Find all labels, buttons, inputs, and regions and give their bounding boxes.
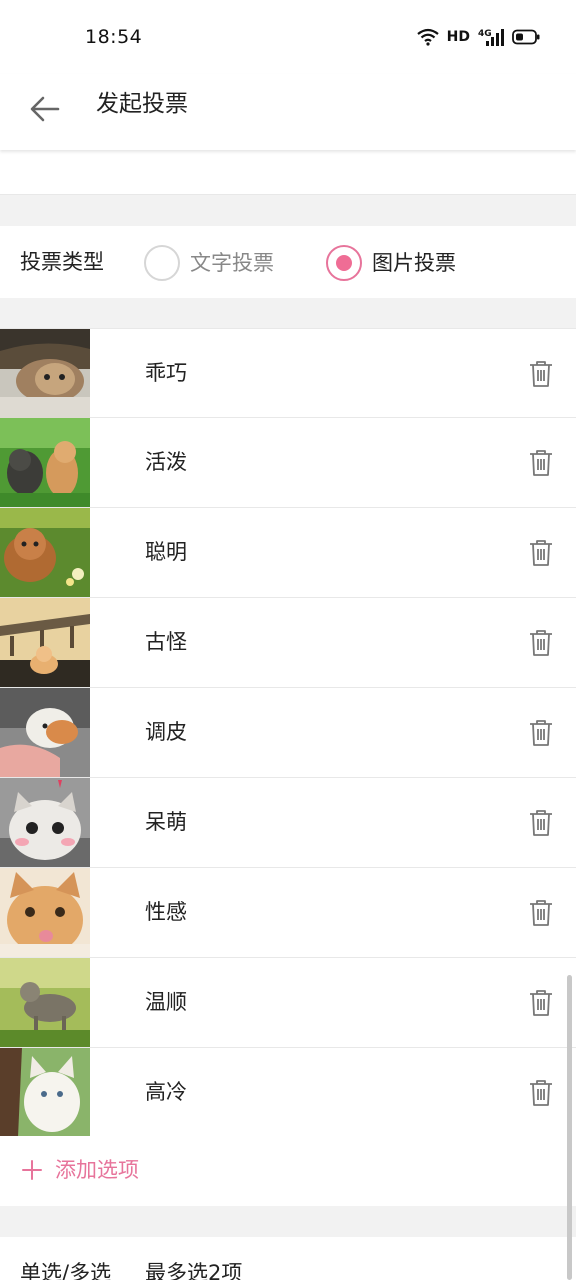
hd-label: HD [446, 29, 470, 45]
add-option-label: 添加选项 [55, 1158, 139, 1182]
selection-mode-label: 单选/多选 [20, 1261, 112, 1280]
selection-mode-value: 最多选2项 [145, 1261, 243, 1280]
trash-icon[interactable] [528, 539, 554, 567]
page-title: 发起投票 [96, 91, 188, 117]
option-label[interactable]: 温顺 [145, 987, 187, 1017]
back-button[interactable] [22, 86, 68, 132]
selection-mode-row[interactable]: 单选/多选 最多选2项 [0, 1237, 576, 1280]
vote-type-row: 投票类型 文字投票 图片投票 [0, 226, 576, 298]
title-input-row[interactable] [0, 150, 576, 195]
kitten-bridge-photo[interactable] [0, 598, 90, 687]
signal-icon: 4G [478, 29, 504, 46]
radio-image-vote[interactable]: 图片投票 [326, 245, 456, 281]
status-time: 18:54 [85, 26, 143, 48]
radio-unchecked-icon [144, 245, 180, 281]
trash-icon[interactable] [528, 899, 554, 927]
trash-icon[interactable] [528, 629, 554, 657]
scrollbar[interactable] [567, 975, 572, 1280]
vote-options-list: 乖巧 活泼 聪明 古怪 调皮 呆萌 性感 温顺 高冷 [0, 328, 576, 1138]
option-label[interactable]: 聪明 [145, 537, 187, 567]
radio-checked-icon [326, 245, 362, 281]
list-item: 聪明 [0, 508, 576, 598]
trash-icon[interactable] [528, 449, 554, 477]
section-divider [0, 195, 576, 226]
trash-icon[interactable] [528, 989, 554, 1017]
option-label[interactable]: 呆萌 [145, 807, 187, 837]
trash-icon[interactable] [528, 719, 554, 747]
section-divider [0, 298, 576, 328]
cat-lying-photo[interactable] [0, 329, 90, 418]
list-item: 乖巧 [0, 328, 576, 418]
option-label[interactable]: 调皮 [145, 717, 187, 747]
app-bar: 发起投票 [0, 74, 576, 150]
arrow-left-icon [30, 96, 60, 122]
section-divider [0, 1206, 576, 1237]
radio-text-vote[interactable]: 文字投票 [144, 245, 274, 281]
signal-4g-label: 4G [478, 29, 492, 39]
battery-icon [512, 29, 540, 45]
trash-icon[interactable] [528, 360, 554, 388]
list-item: 活泼 [0, 418, 576, 508]
kitten-flowers-photo[interactable] [0, 508, 90, 597]
kitten-hand-photo[interactable] [0, 688, 90, 777]
status-icons: HD 4G [416, 26, 540, 48]
wifi-icon [416, 28, 439, 46]
tabby-cat-grass-photo[interactable] [0, 958, 90, 1047]
list-item: 性感 [0, 868, 576, 958]
list-item: 古怪 [0, 598, 576, 688]
kitten-tongue-photo[interactable] [0, 868, 90, 957]
option-label[interactable]: 高冷 [145, 1077, 187, 1107]
vote-type-label: 投票类型 [20, 250, 104, 274]
cute-cat-face-photo[interactable] [0, 778, 90, 867]
trash-icon[interactable] [528, 1079, 554, 1107]
two-cats-grass-photo[interactable] [0, 418, 90, 507]
status-bar: 18:54 HD 4G [0, 0, 576, 74]
trash-icon[interactable] [528, 809, 554, 837]
radio-text-vote-label: 文字投票 [190, 251, 274, 275]
list-item: 呆萌 [0, 778, 576, 868]
add-option-button[interactable]: 添加选项 [0, 1136, 576, 1206]
list-item: 高冷 [0, 1048, 576, 1138]
radio-image-vote-label: 图片投票 [372, 251, 456, 275]
white-cat-tree-photo[interactable] [0, 1048, 90, 1137]
option-label[interactable]: 活泼 [145, 447, 187, 477]
option-label[interactable]: 性感 [145, 897, 187, 927]
option-label[interactable]: 乖巧 [145, 358, 187, 388]
list-item: 调皮 [0, 688, 576, 778]
option-label[interactable]: 古怪 [145, 627, 187, 657]
plus-icon [22, 1160, 42, 1180]
list-item: 温顺 [0, 958, 576, 1048]
